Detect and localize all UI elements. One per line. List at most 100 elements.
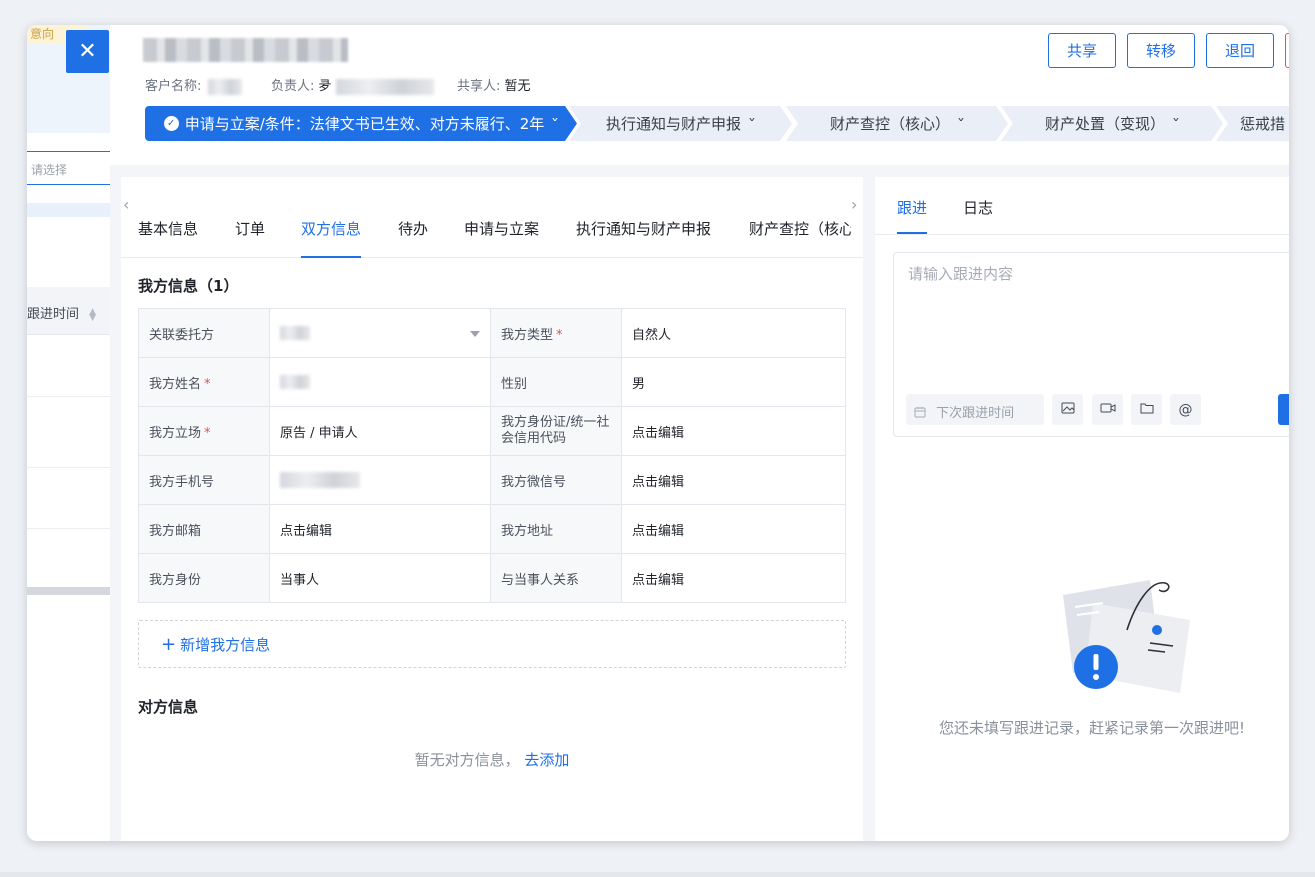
app-window: 意向 请选择 跟进时间 ▲ ▼ ✕ 客户名称: 负责人: 夛 共享人: 暂无 共… [27, 25, 1289, 841]
redacted-value [207, 78, 242, 95]
field-label: 我方身份证/统一社会信用代码 [490, 406, 622, 456]
bottom-edge [0, 872, 1315, 877]
client-select[interactable] [269, 308, 491, 358]
insert-image-button[interactable] [1052, 394, 1083, 425]
customer-title-redacted [143, 38, 348, 62]
our-phone-value[interactable] [269, 455, 491, 505]
table-row[interactable] [27, 335, 110, 397]
stage-asset-investigation[interactable]: 财产查控（核心） ˅ [786, 106, 1008, 141]
follow-up-editor[interactable]: 请输入跟进内容 下次跟进时间 @ [893, 252, 1289, 437]
background-strip [27, 203, 110, 217]
opponent-info-title: 对方信息 [138, 698, 199, 716]
stage-asset-disposal[interactable]: 财产处置（变现） ˅ [1001, 106, 1223, 141]
tab-parties-info[interactable]: 双方信息 [301, 218, 362, 258]
stage-punishment[interactable]: 惩戒措 [1216, 106, 1289, 141]
tab-asset-investigation[interactable]: 财产查控（核心） [749, 218, 851, 258]
field-label: 我方立场 * [138, 406, 270, 456]
our-email-value[interactable]: 点击编辑 [269, 504, 491, 554]
background-column-header[interactable]: 跟进时间 ▲ ▼ [27, 287, 110, 335]
tab-todo[interactable]: 待办 [398, 218, 428, 258]
field-label: 性别 [490, 357, 622, 407]
background-select[interactable]: 请选择 [27, 151, 110, 185]
opponent-empty-state: 暂无对方信息， 去添加 [414, 751, 570, 769]
at-icon: @ [1178, 401, 1193, 418]
tab-orders[interactable]: 订单 [235, 218, 265, 258]
tab-log[interactable]: 日志 [963, 197, 993, 234]
field-label: 我方类型 * [490, 308, 622, 358]
background-column-label: 跟进时间 [27, 307, 80, 322]
calendar-icon [914, 406, 936, 421]
redacted-value [280, 375, 310, 389]
field-label: 我方姓名 * [138, 357, 270, 407]
customer-name-meta: 客户名称: [145, 75, 242, 95]
table-row: 我方手机号 我方微信号 点击编辑 [138, 455, 846, 505]
mention-button[interactable]: @ [1170, 394, 1201, 425]
our-name-value[interactable] [269, 357, 491, 407]
close-icon: ✕ [78, 39, 97, 64]
plus-icon: + [161, 634, 177, 655]
empty-illustration [1063, 580, 1190, 693]
sort-icon[interactable]: ▲ ▼ [89, 307, 96, 322]
chevron-down-icon: ˅ [551, 116, 560, 131]
follow-up-empty-text: 您还未填写跟进记录，赶紧记录第一次跟进吧! [938, 719, 1245, 737]
tab-follow-up[interactable]: 跟进 [897, 197, 928, 234]
table-row: 我方邮箱 点击编辑 我方地址 点击编辑 [138, 504, 846, 554]
chevron-down-icon: ˅ [1171, 116, 1181, 131]
transfer-button[interactable]: 转移 [1127, 33, 1195, 68]
tab-execution-notice[interactable]: 执行通知与财产申报 [576, 218, 711, 258]
table-row[interactable] [27, 397, 110, 468]
owner-meta: 负责人: 夛 [271, 75, 434, 95]
share-button[interactable]: 共享 [1048, 33, 1116, 68]
background-list-panel: 意向 请选择 跟进时间 ▲ ▼ [27, 25, 110, 841]
stage-apply-filing[interactable]: ✓ 申请与立案/条件：法律文书已生效、对方未履行、2年 ˅ [145, 106, 577, 141]
field-label: 我方邮箱 [138, 504, 270, 554]
folder-icon [1140, 402, 1154, 418]
check-circle-icon: ✓ [164, 116, 179, 131]
field-label: 我方身份 [138, 553, 270, 603]
stage-execution-notice[interactable]: 执行通知与财产申报 ˅ [569, 106, 792, 141]
party-type-value[interactable]: 自然人 [621, 308, 846, 358]
chevron-down-icon: ˅ [747, 116, 757, 131]
field-label: 我方手机号 [138, 455, 270, 505]
table-row[interactable] [27, 468, 110, 529]
insert-video-button[interactable] [1092, 394, 1123, 425]
drawer-header: 客户名称: 负责人: 夛 共享人: 暂无 共享 转移 退回 ✓ 申请与立案/条件… [110, 25, 1289, 165]
more-button[interactable] [1285, 33, 1289, 68]
video-icon [1100, 402, 1116, 418]
our-info-title: 我方信息（1） [138, 277, 239, 295]
horizontal-scrollbar[interactable] [27, 587, 110, 595]
add-our-info-button[interactable]: + 新增我方信息 [138, 620, 846, 668]
return-button[interactable]: 退回 [1206, 33, 1274, 68]
next-follow-time-picker[interactable]: 下次跟进时间 [906, 394, 1044, 425]
submit-follow-up-button[interactable] [1278, 394, 1289, 425]
field-label: 与当事人关系 [490, 553, 622, 603]
gender-value[interactable]: 男 [621, 357, 846, 407]
table-row: 我方姓名 * 性别 男 [138, 357, 846, 407]
table-row: 关联委托方 我方类型 * 自然人 [138, 308, 846, 358]
wechat-value[interactable]: 点击编辑 [621, 455, 846, 505]
tab-apply-filing[interactable]: 申请与立案 [464, 218, 539, 258]
follow-up-input[interactable]: 请输入跟进内容 [908, 263, 1013, 284]
insert-file-button[interactable] [1131, 394, 1162, 425]
address-value[interactable]: 点击编辑 [621, 504, 846, 554]
add-opponent-link[interactable]: 去添加 [524, 751, 569, 769]
id-number-value[interactable]: 点击编辑 [621, 406, 846, 456]
our-info-table: 关联委托方 我方类型 * 自然人 我方姓名 * 性别 男 我方立场 * 原告 /… [138, 308, 846, 603]
field-label: 关联委托方 [138, 308, 270, 358]
customer-detail-drawer: 客户名称: 负责人: 夛 共享人: 暂无 共享 转移 退回 ✓ 申请与立案/条件… [110, 25, 1289, 841]
detail-card: ‹ › 基本信息 订单 双方信息 待办 申请与立案 执行通知与财产申报 财产查控… [121, 177, 863, 841]
image-icon [1061, 402, 1075, 418]
table-row: 我方立场 * 原告 / 申请人 我方身份证/统一社会信用代码 点击编辑 [138, 406, 846, 456]
dropdown-arrow-icon [470, 330, 480, 337]
tab-divider [875, 234, 1289, 235]
close-drawer-button[interactable]: ✕ [66, 30, 109, 73]
tab-basic-info[interactable]: 基本信息 [138, 218, 198, 258]
field-label: 我方微信号 [490, 455, 622, 505]
stage-progress-bar: ✓ 申请与立案/条件：法律文书已生效、对方未履行、2年 ˅ 执行通知与财产申报 … [145, 106, 1289, 141]
field-label: 我方地址 [490, 504, 622, 554]
follow-up-panel: 跟进 日志 请输入跟进内容 下次跟进时间 @ 您还未填写跟进记录，赶紧记录第一次… [875, 177, 1289, 841]
relation-value[interactable]: 点击编辑 [621, 553, 846, 603]
our-identity-value[interactable]: 当事人 [269, 553, 491, 603]
redacted-value [280, 326, 310, 340]
our-position-value[interactable]: 原告 / 申请人 [269, 406, 491, 456]
